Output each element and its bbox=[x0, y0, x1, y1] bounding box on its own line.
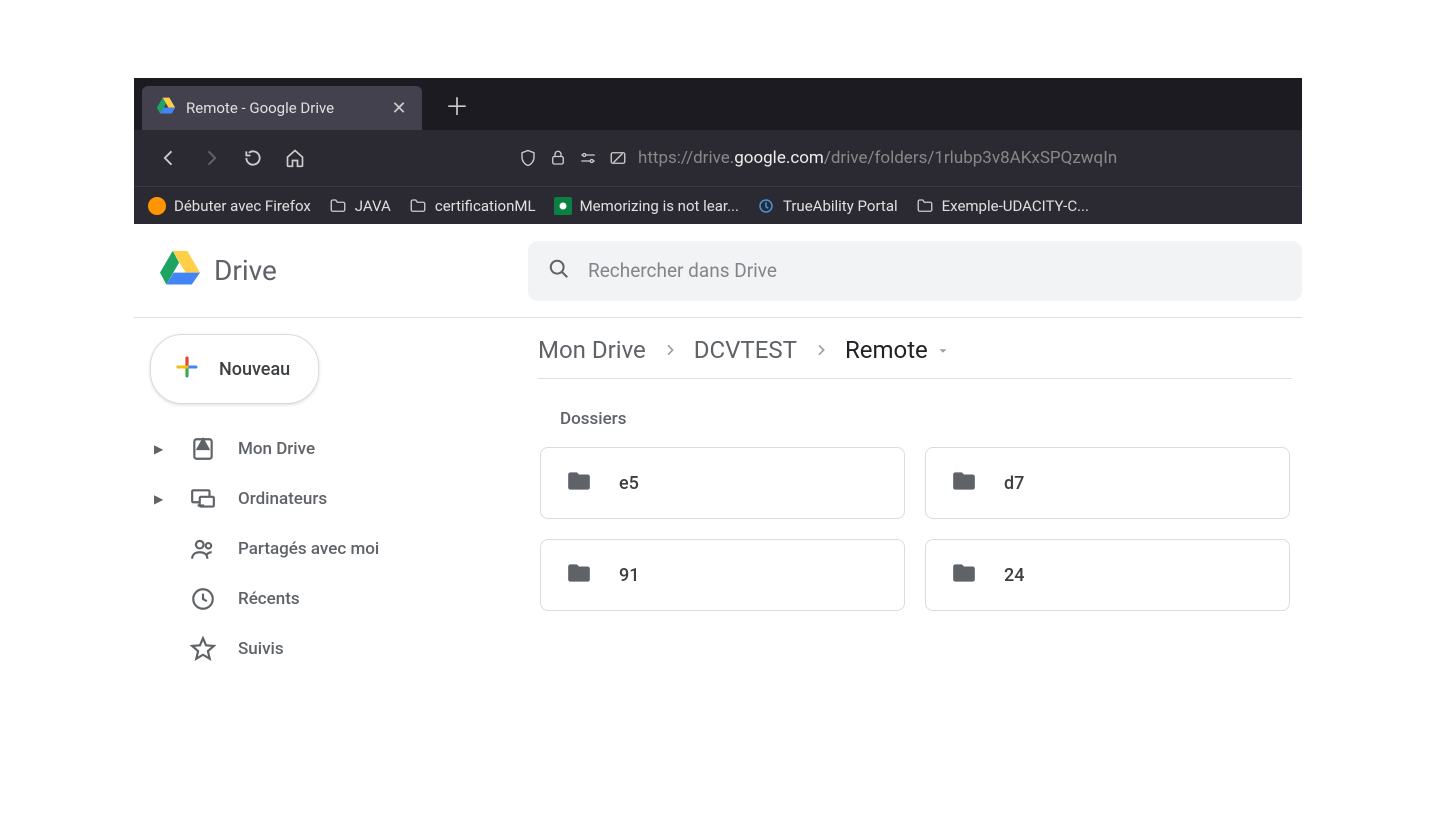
drive-favicon bbox=[156, 96, 176, 120]
bookmark-label: TrueAbility Portal bbox=[783, 197, 898, 215]
app-icon bbox=[757, 197, 775, 215]
bookmark-item[interactable]: JAVA bbox=[329, 197, 391, 215]
section-label: Dossiers bbox=[560, 409, 1292, 429]
bookmark-item[interactable]: TrueAbility Portal bbox=[757, 197, 898, 215]
bookmark-label: Memorizing is not lear... bbox=[580, 197, 739, 215]
folder-grid: e5 d7 91 24 bbox=[538, 447, 1292, 611]
sidebar-item-shared[interactable]: ▶ Partagés avec moi bbox=[144, 524, 528, 574]
forward-button[interactable] bbox=[192, 139, 230, 177]
breadcrumb-current[interactable]: Remote bbox=[845, 336, 950, 364]
folder-icon bbox=[950, 560, 978, 590]
shared-icon bbox=[190, 536, 216, 562]
expand-icon[interactable]: ▶ bbox=[154, 492, 168, 506]
sidebar-item-label: Ordinateurs bbox=[238, 489, 327, 509]
bookmark-item[interactable]: certificationML bbox=[409, 197, 536, 215]
permissions-icon[interactable] bbox=[578, 148, 598, 168]
search-input[interactable] bbox=[588, 259, 1282, 282]
bookmarks-bar: Débuter avec Firefox JAVA certificationM… bbox=[134, 186, 1302, 224]
drive-logo[interactable]: Drive bbox=[158, 249, 528, 293]
folder-icon bbox=[950, 468, 978, 498]
folder-icon bbox=[565, 468, 593, 498]
expand-icon[interactable]: ▶ bbox=[154, 442, 168, 456]
bookmark-item[interactable]: Débuter avec Firefox bbox=[148, 197, 311, 215]
caret-down-icon bbox=[936, 336, 950, 364]
folder-name: 91 bbox=[619, 565, 639, 586]
breadcrumb: Mon Drive DCVTEST Remote bbox=[538, 336, 1292, 379]
home-button[interactable] bbox=[276, 139, 314, 177]
sidebar-item-label: Récents bbox=[238, 589, 300, 609]
computers-icon bbox=[190, 486, 216, 512]
url-text: https://drive.google.com/drive/folders/1… bbox=[638, 148, 1117, 168]
folder-icon bbox=[916, 197, 934, 215]
back-button[interactable] bbox=[150, 139, 188, 177]
browser-chrome: Remote - Google Drive ✕ ＋ bbox=[134, 78, 1302, 224]
folder-name: 24 bbox=[1004, 565, 1024, 586]
folder-icon bbox=[409, 197, 427, 215]
folder-name: e5 bbox=[619, 473, 639, 494]
folder-card[interactable]: e5 bbox=[540, 447, 905, 519]
drive-logo-text: Drive bbox=[214, 254, 277, 287]
blocked-icon[interactable] bbox=[608, 148, 628, 168]
reload-button[interactable] bbox=[234, 139, 272, 177]
bookmark-label: Exemple-UDACITY-C... bbox=[942, 197, 1089, 215]
star-icon bbox=[190, 636, 216, 662]
app-icon bbox=[554, 197, 572, 215]
plus-icon bbox=[171, 351, 203, 387]
browser-tab[interactable]: Remote - Google Drive ✕ bbox=[142, 86, 422, 130]
sidebar-item-computers[interactable]: ▶ Ordinateurs bbox=[144, 474, 528, 524]
close-icon[interactable]: ✕ bbox=[390, 99, 408, 117]
firefox-icon bbox=[148, 197, 166, 215]
breadcrumb-item[interactable]: Mon Drive bbox=[538, 336, 646, 364]
chevron-right-icon bbox=[813, 336, 829, 364]
folder-card[interactable]: 91 bbox=[540, 539, 905, 611]
mydrive-icon bbox=[190, 436, 216, 462]
folder-card[interactable]: d7 bbox=[925, 447, 1290, 519]
new-button[interactable]: Nouveau bbox=[150, 334, 319, 404]
folder-icon bbox=[329, 197, 347, 215]
browser-toolbar: https://drive.google.com/drive/folders/1… bbox=[134, 130, 1302, 186]
bookmark-item[interactable]: Memorizing is not lear... bbox=[554, 197, 739, 215]
sidebar-item-recent[interactable]: ▶ Récents bbox=[144, 574, 528, 624]
bookmark-label: JAVA bbox=[355, 197, 391, 215]
main-content: Mon Drive DCVTEST Remote Dossiers e5 bbox=[528, 318, 1302, 674]
drive-logo-icon bbox=[158, 249, 202, 293]
folder-icon bbox=[565, 560, 593, 590]
address-bar[interactable]: https://drive.google.com/drive/folders/1… bbox=[518, 148, 1286, 168]
drive-header: Drive bbox=[134, 224, 1302, 318]
chevron-right-icon bbox=[662, 336, 678, 364]
drive-app: Drive Nouveau bbox=[134, 224, 1302, 674]
tab-strip: Remote - Google Drive ✕ ＋ bbox=[134, 78, 1302, 130]
sidebar-item-starred[interactable]: ▶ Suivis bbox=[144, 624, 528, 674]
folder-name: d7 bbox=[1004, 473, 1024, 494]
lock-icon[interactable] bbox=[548, 148, 568, 168]
shield-icon[interactable] bbox=[518, 148, 538, 168]
search-icon bbox=[548, 258, 570, 284]
new-tab-button[interactable]: ＋ bbox=[442, 87, 472, 122]
sidebar: Nouveau ▶ Mon Drive ▶ Ordinateurs ▶ Part… bbox=[134, 318, 528, 674]
tab-title: Remote - Google Drive bbox=[186, 99, 380, 117]
breadcrumb-item[interactable]: DCVTEST bbox=[694, 336, 797, 364]
breadcrumb-current-label: Remote bbox=[845, 336, 928, 364]
bookmark-label: Débuter avec Firefox bbox=[174, 197, 311, 215]
sidebar-item-label: Suivis bbox=[238, 639, 284, 659]
sidebar-item-label: Partagés avec moi bbox=[238, 539, 379, 559]
search-box[interactable] bbox=[528, 241, 1302, 301]
bookmark-label: certificationML bbox=[435, 197, 536, 215]
sidebar-item-mydrive[interactable]: ▶ Mon Drive bbox=[144, 424, 528, 474]
bookmark-item[interactable]: Exemple-UDACITY-C... bbox=[916, 197, 1089, 215]
clock-icon bbox=[190, 586, 216, 612]
new-button-label: Nouveau bbox=[219, 359, 290, 380]
sidebar-item-label: Mon Drive bbox=[238, 439, 315, 459]
folder-card[interactable]: 24 bbox=[925, 539, 1290, 611]
